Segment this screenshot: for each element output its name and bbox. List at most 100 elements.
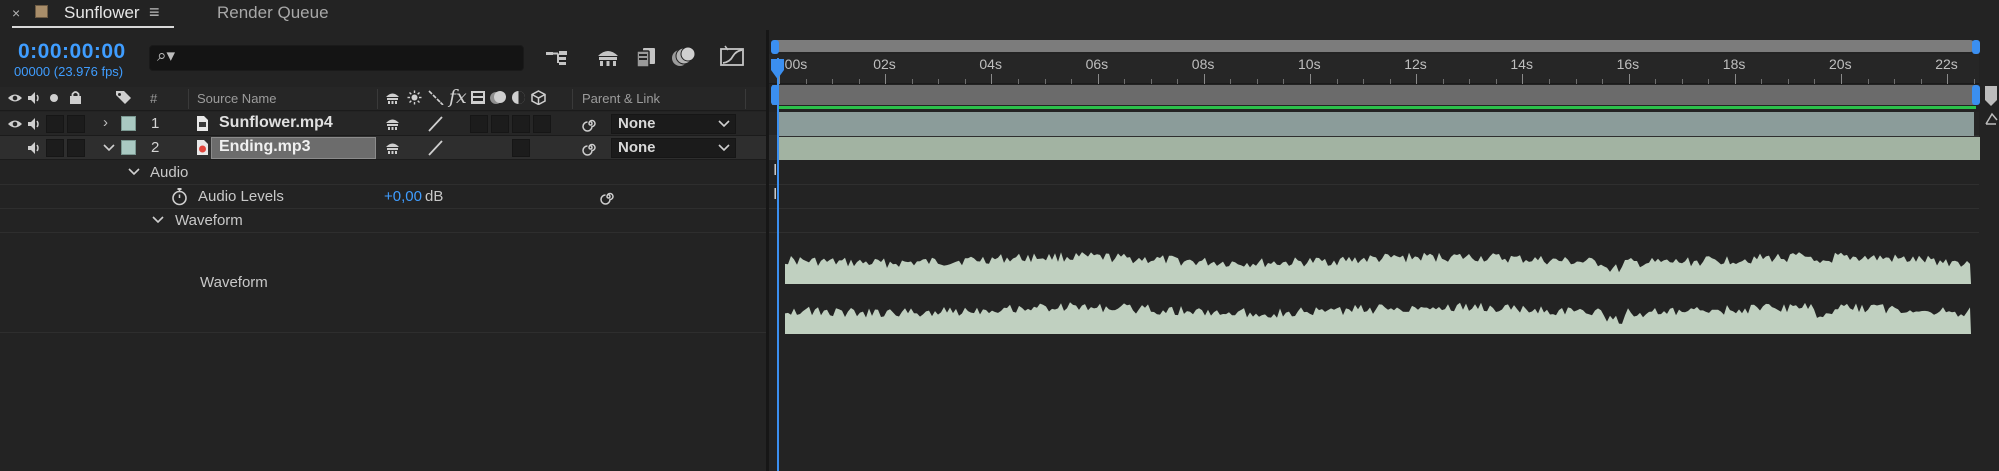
time-navigator-bar[interactable]	[772, 40, 1976, 52]
ruler-minor-tick	[1894, 79, 1896, 84]
frame-blending-icon[interactable]	[669, 44, 697, 70]
ruler-label: 04s	[979, 56, 1002, 72]
layer-name[interactable]: Ending.mp3	[219, 138, 311, 156]
ruler-minor-tick	[832, 79, 834, 84]
effects-switch[interactable]	[470, 115, 488, 133]
chevron-down-icon[interactable]	[718, 119, 730, 129]
audio-toggle-icon[interactable]	[26, 117, 42, 131]
property-row-audio-levels[interactable]	[0, 185, 766, 209]
3d-switch[interactable]	[533, 115, 551, 133]
chevron-down-icon[interactable]	[128, 167, 140, 177]
ruler-label: 18s	[1722, 56, 1746, 72]
solo-toggle[interactable]	[46, 139, 64, 157]
parent-link-header[interactable]: Parent & Link	[582, 91, 660, 106]
video-visibility-icon[interactable]	[7, 117, 23, 131]
ruler-minor-tick	[1442, 79, 1444, 84]
effects-icon[interactable]: fx	[449, 86, 467, 108]
work-area-end-handle[interactable]	[1972, 85, 1980, 105]
ruler-label: 22s	[1935, 56, 1958, 72]
pickwhip-icon[interactable]	[600, 188, 617, 205]
comp-marker-bin-icon[interactable]	[1982, 84, 1999, 134]
audio-levels-unit: dB	[425, 188, 444, 205]
audio-levels-value[interactable]: +0,00	[384, 188, 422, 205]
property-row-waveform-group[interactable]	[0, 209, 766, 233]
work-area-bar[interactable]	[772, 85, 1976, 105]
shy-switch-icon[interactable]	[385, 140, 400, 155]
ruler-label: 10s	[1298, 56, 1321, 72]
label-icon[interactable]	[115, 90, 132, 105]
solo-icon[interactable]	[49, 93, 59, 103]
stopwatch-icon[interactable]	[171, 187, 188, 206]
motion-blur-column-icon[interactable]	[490, 90, 507, 105]
active-tab-indicator	[12, 26, 174, 28]
pickwhip-icon[interactable]	[582, 115, 599, 132]
layer-search-input[interactable]	[149, 45, 524, 71]
waveform-group-label: Waveform	[175, 212, 243, 229]
quality-switch-icon[interactable]	[426, 139, 444, 157]
chevron-down-icon[interactable]	[718, 143, 730, 153]
quality-icon[interactable]	[428, 90, 444, 105]
panel-menu-icon[interactable]: ≡	[149, 2, 160, 23]
parent-value: None	[618, 139, 656, 156]
ruler-minor-tick	[1124, 79, 1126, 84]
pickwhip-icon[interactable]	[582, 139, 599, 156]
property-row-waveform[interactable]	[0, 233, 766, 333]
layer-name[interactable]: Sunflower.mp4	[219, 114, 333, 132]
search-icon[interactable]: ⌕▾	[157, 46, 175, 66]
motion-blur-switch[interactable]	[512, 139, 530, 157]
composition-color-swatch	[35, 5, 48, 18]
shy-icon[interactable]	[385, 90, 400, 105]
chevron-right-icon[interactable]: ›	[103, 114, 108, 131]
ruler-major-tick	[1203, 74, 1205, 84]
layer-number: 1	[151, 115, 160, 132]
layer-label-swatch[interactable]	[121, 140, 136, 155]
audio-file-icon	[197, 140, 208, 155]
solo-toggle[interactable]	[46, 115, 64, 133]
collapse-icon[interactable]	[407, 90, 422, 105]
ruler-minor-tick	[805, 79, 807, 84]
composition-flowchart-icon[interactable]	[544, 44, 572, 70]
waveform-label: Waveform	[200, 274, 268, 291]
graph-editor-icon[interactable]	[718, 44, 746, 70]
shy-layers-icon[interactable]	[631, 44, 659, 70]
tab-render-queue[interactable]: Render Queue	[217, 3, 329, 23]
frame-blend-icon[interactable]	[470, 90, 486, 105]
time-navigator-end-handle[interactable]	[1972, 40, 1980, 54]
time-ruler[interactable]	[769, 54, 1979, 84]
close-tab-icon[interactable]: ×	[12, 5, 20, 21]
eye-icon[interactable]	[7, 91, 23, 105]
layer-bar-ending[interactable]	[778, 137, 1980, 160]
draft-3d-icon[interactable]	[594, 44, 622, 70]
chevron-down-icon[interactable]	[103, 143, 115, 153]
adjustment-icon[interactable]	[511, 90, 526, 105]
frame-blend-switch[interactable]	[491, 115, 509, 133]
ruler-minor-tick	[938, 79, 940, 84]
layer-bar-sunflower[interactable]	[778, 112, 1974, 136]
time-navigator-start-handle[interactable]	[771, 40, 779, 54]
lock-icon[interactable]	[69, 90, 82, 105]
layer-label-swatch[interactable]	[121, 116, 136, 131]
lock-toggle[interactable]	[67, 139, 85, 157]
shy-switch-icon[interactable]	[385, 116, 400, 131]
ruler-minor-tick	[1814, 79, 1816, 84]
current-time-display[interactable]: 0:00:00:00	[18, 40, 126, 64]
property-row-audio[interactable]	[0, 161, 766, 185]
audio-toggle-icon[interactable]	[26, 141, 42, 155]
chevron-down-icon[interactable]	[152, 215, 164, 225]
source-name-header[interactable]: Source Name	[197, 91, 276, 106]
tab-sunflower[interactable]: Sunflower	[64, 3, 140, 23]
video-file-icon	[197, 116, 208, 131]
ruler-major-tick	[1628, 74, 1630, 84]
playhead-line[interactable]	[777, 58, 779, 471]
quality-switch-icon[interactable]	[426, 115, 444, 133]
ruler-minor-tick	[1655, 79, 1657, 84]
ruler-minor-tick	[1920, 79, 1922, 84]
playhead-icon[interactable]	[769, 58, 786, 80]
ruler-minor-tick	[1495, 79, 1497, 84]
column-separator	[377, 89, 378, 109]
3d-layer-icon[interactable]	[531, 90, 546, 105]
audio-icon[interactable]	[26, 91, 42, 105]
lock-toggle[interactable]	[67, 115, 85, 133]
ruler-label: 16s	[1616, 56, 1640, 72]
motion-blur-switch[interactable]	[512, 115, 530, 133]
